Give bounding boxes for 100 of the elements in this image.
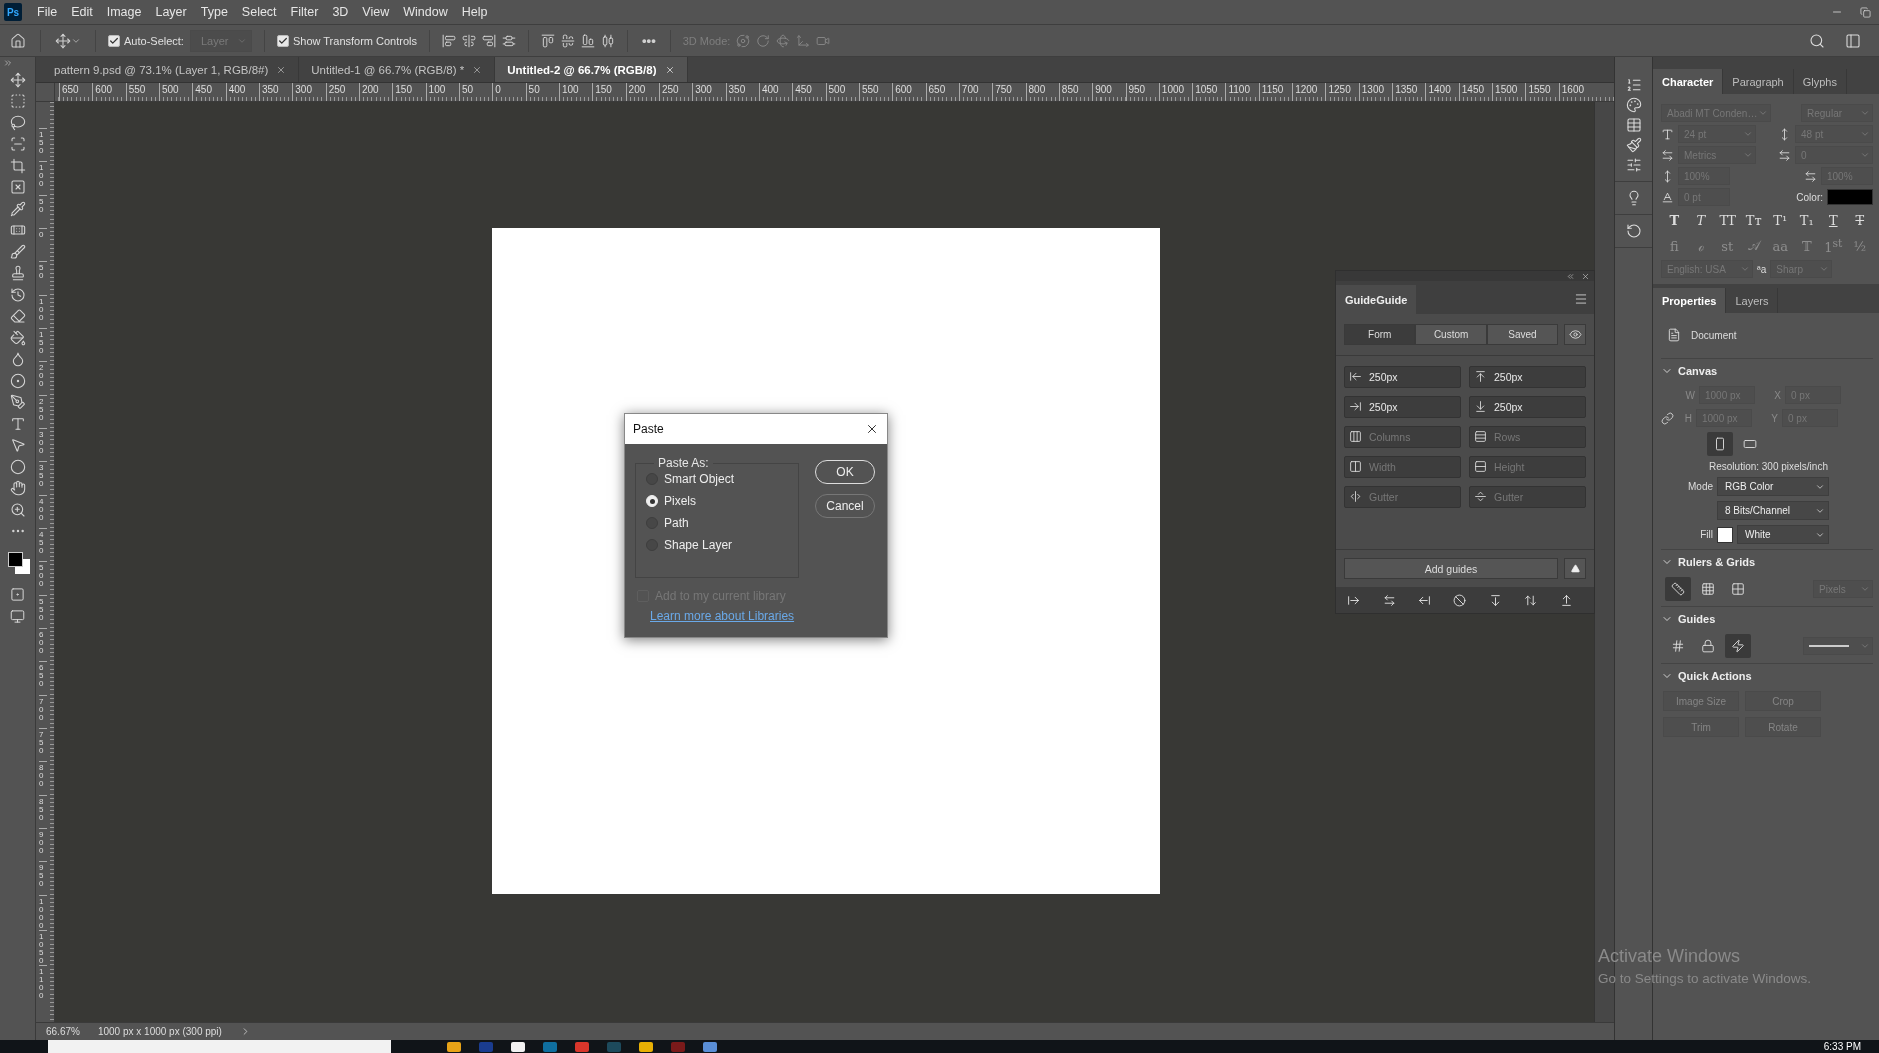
pen-icon[interactable] <box>9 394 26 411</box>
align-left-icon[interactable] <box>442 33 457 48</box>
stamp-icon[interactable] <box>9 265 26 282</box>
chevrons-icon[interactable] <box>1566 271 1575 281</box>
guide-field[interactable]: Columns <box>1344 426 1461 448</box>
distribute-icon[interactable] <box>601 33 616 48</box>
guide-field[interactable]: Rows <box>1469 426 1586 448</box>
taskbar-search-field[interactable] <box>48 1040 391 1053</box>
section-header[interactable]: Guides <box>1661 606 1873 630</box>
crop-icon[interactable] <box>9 157 26 174</box>
bit-depth-select[interactable]: 8 Bits/Channel <box>1717 501 1829 521</box>
zoom-icon[interactable] <box>9 501 26 518</box>
menu-item[interactable]: Type <box>193 5 235 19</box>
type-icon[interactable] <box>9 415 26 432</box>
search-icon[interactable] <box>1809 32 1825 49</box>
segment-tab[interactable]: Saved <box>1486 324 1559 345</box>
section-header[interactable]: Canvas <box>1661 358 1873 382</box>
table-icon[interactable] <box>1625 117 1642 133</box>
type-style-button[interactable]: Tт <box>1742 213 1765 228</box>
type-style-button[interactable]: T <box>1822 213 1845 228</box>
circle-dot-icon[interactable] <box>9 372 26 389</box>
line-style-field[interactable] <box>1803 637 1873 656</box>
panel-tab[interactable]: GuideGuide <box>1336 285 1417 314</box>
libraries-link[interactable]: Learn more about Libraries <box>650 609 887 623</box>
distribute-icon[interactable] <box>502 33 517 48</box>
smart-guides-button[interactable] <box>1725 634 1751 659</box>
menu-item[interactable]: Select <box>234 5 284 19</box>
frame-icon[interactable] <box>9 179 26 196</box>
brush-icon[interactable] <box>1625 137 1642 153</box>
workspace-icon[interactable] <box>1845 32 1861 49</box>
scan-icon[interactable] <box>9 136 26 153</box>
guide-field[interactable]: 250px <box>1469 396 1586 418</box>
sliders-icon[interactable] <box>1625 157 1642 173</box>
close-icon[interactable] <box>865 422 879 436</box>
align-bottom-icon[interactable] <box>581 33 596 48</box>
dialog-button[interactable]: Cancel <box>815 494 875 518</box>
menu-item[interactable]: View <box>355 5 397 19</box>
menu-item[interactable]: Layer <box>148 5 194 19</box>
panel-tab[interactable]: Character <box>1653 69 1724 94</box>
palette-icon[interactable] <box>1625 97 1642 113</box>
arrow-from-line-icon[interactable] <box>1418 593 1432 607</box>
expand-button[interactable] <box>1564 558 1586 579</box>
eyedropper-icon[interactable] <box>9 200 26 217</box>
section-header[interactable]: Rulers & Grids <box>1661 549 1873 573</box>
segment-tab[interactable]: Form <box>1344 324 1416 345</box>
checkbox[interactable] <box>276 34 289 47</box>
menu-item[interactable]: Edit <box>64 5 100 19</box>
guide-field[interactable]: Height <box>1469 456 1586 478</box>
document-tab[interactable]: Untitled-2 @ 66.7% (RGB/8) <box>495 57 688 82</box>
menu-item[interactable]: Image <box>99 5 149 19</box>
align-center-icon[interactable] <box>462 33 477 48</box>
ruler-button[interactable] <box>1665 577 1691 602</box>
taskbar-app-icon[interactable] <box>511 1041 525 1052</box>
more-button[interactable]: ••• <box>640 31 658 50</box>
type-style-button[interactable]: T₁ <box>1795 213 1818 228</box>
add-guides-button[interactable]: Add guides <box>1344 558 1558 579</box>
clear-icon[interactable] <box>1453 593 1467 607</box>
fill-select[interactable]: White <box>1737 525 1829 545</box>
monitor-icon[interactable] <box>10 608 25 624</box>
menu-item[interactable]: Help <box>454 5 495 19</box>
mode-select[interactable]: RGB Color <box>1717 477 1829 497</box>
type-style-button[interactable]: T <box>1848 213 1871 228</box>
panel-tab[interactable]: Properties <box>1653 288 1727 314</box>
dialog-button[interactable]: OK <box>815 460 875 484</box>
brush-icon[interactable] <box>9 243 26 260</box>
eye-button[interactable] <box>1564 324 1586 345</box>
align-top-icon[interactable] <box>541 33 556 48</box>
type-style-button[interactable]: T <box>1663 213 1686 228</box>
arrow-from-line-icon[interactable] <box>1559 593 1573 607</box>
menu-item[interactable]: File <box>30 5 65 19</box>
guide-field[interactable]: Gutter <box>1469 486 1586 508</box>
guide-field[interactable]: 250px <box>1344 366 1461 388</box>
menu-icon[interactable] <box>1574 292 1588 306</box>
marquee-icon[interactable] <box>9 93 26 110</box>
guide-field[interactable]: 250px <box>1344 396 1461 418</box>
align-middle-icon[interactable] <box>561 33 576 48</box>
menu-item[interactable]: Window <box>396 5 455 19</box>
pointer-icon[interactable] <box>9 437 26 454</box>
section-header[interactable]: Quick Actions <box>1661 663 1873 687</box>
clock-arrow-icon[interactable] <box>9 286 26 303</box>
ellipse-icon[interactable] <box>9 458 26 475</box>
segment-tab[interactable]: Custom <box>1415 324 1487 345</box>
menu-item[interactable]: 3D <box>325 5 356 19</box>
checkbox[interactable] <box>108 34 120 47</box>
quick-mask-icon[interactable] <box>10 587 25 603</box>
link-icon[interactable] <box>1661 411 1674 425</box>
arrow-from-line-icon[interactable] <box>1488 593 1502 607</box>
taskbar-app-icon[interactable] <box>447 1041 461 1052</box>
arrow-from-line-icon[interactable] <box>1347 593 1361 607</box>
type-style-button[interactable]: T <box>1689 213 1712 228</box>
taskbar-app-icon[interactable] <box>639 1041 653 1052</box>
paint-bucket-icon[interactable] <box>9 329 26 346</box>
guide-field[interactable]: 250px <box>1469 366 1586 388</box>
type-style-button[interactable]: TT <box>1716 213 1739 228</box>
eraser-icon[interactable] <box>9 308 26 325</box>
menu-item[interactable]: Filter <box>283 5 326 19</box>
fill-swatch[interactable] <box>1717 526 1733 543</box>
type-style-button[interactable]: T¹ <box>1769 213 1792 228</box>
arrows-icon[interactable] <box>1382 593 1396 607</box>
hand-icon[interactable] <box>9 480 26 497</box>
